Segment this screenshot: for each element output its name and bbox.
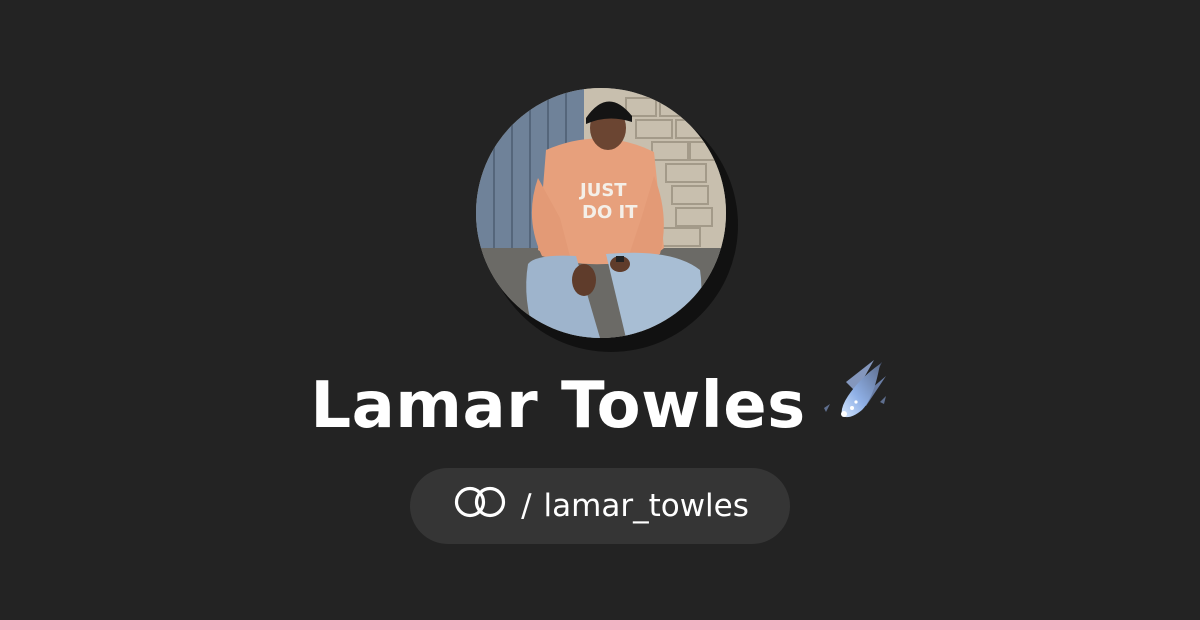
avatar-photo: JUST DO IT — [476, 88, 726, 338]
linktree-rings-icon — [451, 484, 509, 528]
profile-handle: lamar_towles — [543, 488, 749, 524]
svg-text:DO IT: DO IT — [582, 202, 638, 223]
display-name: Lamar Towles — [0, 358, 1200, 454]
comet-icon — [820, 356, 890, 453]
share-card: JUST DO IT Lamar Towles / lamar_towles — [0, 0, 1200, 630]
avatar[interactable]: JUST DO IT — [476, 88, 726, 338]
svg-text:JUST: JUST — [578, 180, 627, 201]
profile-link-pill[interactable]: / lamar_towles — [410, 468, 790, 544]
handle-separator: / — [521, 488, 532, 524]
display-name-text: Lamar Towles — [310, 369, 806, 443]
accent-bar — [0, 620, 1200, 630]
